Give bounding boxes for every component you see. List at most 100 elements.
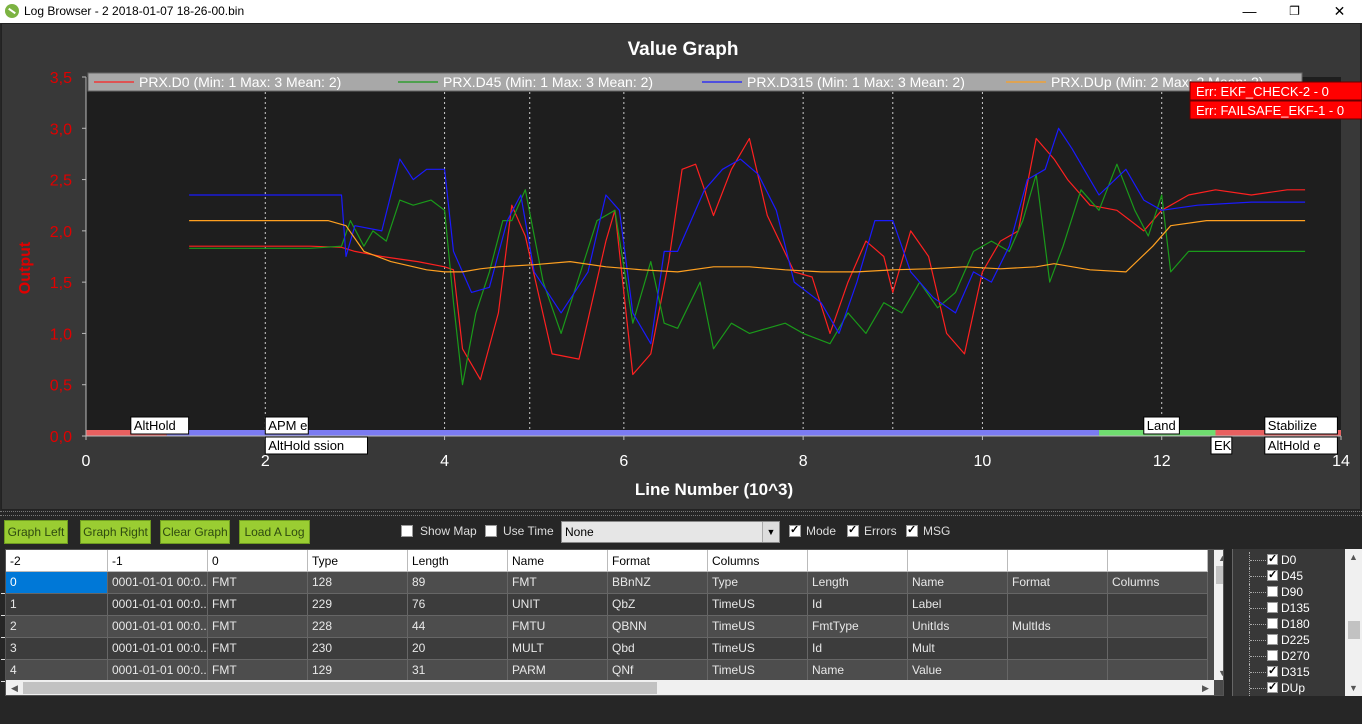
- series-checkbox[interactable]: [1267, 586, 1278, 597]
- table-cell[interactable]: Mult: [908, 638, 1008, 660]
- table-body[interactable]: 0 0001-01-01 00:0... FMT 128 89 FMT BBnNZ Type L…: [6, 572, 1208, 682]
- table-cell[interactable]: FMT: [208, 616, 308, 638]
- series-item[interactable]: D270: [1233, 648, 1345, 664]
- table-row[interactable]: 4 0001-01-01 00:0... FMT 129 31 PARM QNf TimeUS…: [6, 660, 1208, 682]
- clear-graph-button[interactable]: Clear Graph: [160, 520, 230, 544]
- scroll-down-icon[interactable]: ▼: [1345, 680, 1362, 696]
- table-cell[interactable]: 3: [6, 638, 108, 660]
- table-cell[interactable]: BBnNZ: [608, 572, 708, 594]
- vertical-scrollbar[interactable]: ▲ ▼: [1214, 550, 1223, 680]
- table-cell[interactable]: Id: [808, 594, 908, 616]
- table-cell[interactable]: FMT: [508, 572, 608, 594]
- column-header[interactable]: [1008, 550, 1108, 572]
- table-row[interactable]: 1 0001-01-01 00:0... FMT 229 76 UNIT QbZ TimeUS…: [6, 594, 1208, 616]
- use-time-checkbox[interactable]: [485, 525, 497, 537]
- table-cell[interactable]: QbZ: [608, 594, 708, 616]
- table-cell[interactable]: 0001-01-01 00:0...: [108, 616, 208, 638]
- scroll-up-icon[interactable]: ▲: [1214, 550, 1223, 566]
- scroll-left-icon[interactable]: ◀: [6, 680, 23, 695]
- series-checkbox[interactable]: [1267, 634, 1278, 645]
- series-checkbox[interactable]: [1267, 568, 1278, 581]
- table-cell[interactable]: UnitIds: [908, 616, 1008, 638]
- column-header[interactable]: Format: [608, 550, 708, 572]
- series-checkbox[interactable]: [1267, 650, 1278, 661]
- splitter[interactable]: [0, 511, 1362, 516]
- table-cell[interactable]: Qbd: [608, 638, 708, 660]
- table-cell[interactable]: Id: [808, 638, 908, 660]
- series-item[interactable]: D0: [1233, 552, 1345, 568]
- table-cell[interactable]: Columns: [1108, 572, 1208, 594]
- series-checkbox[interactable]: [1267, 664, 1278, 677]
- table-cell[interactable]: TimeUS: [708, 616, 808, 638]
- vertical-scroll-thumb[interactable]: [1216, 566, 1223, 584]
- load-log-button[interactable]: Load A Log: [239, 520, 310, 544]
- table-cell[interactable]: Label: [908, 594, 1008, 616]
- table-cell[interactable]: FMT: [208, 572, 308, 594]
- table-cell[interactable]: [1108, 638, 1208, 660]
- table-cell[interactable]: MULT: [508, 638, 608, 660]
- table-cell[interactable]: Value: [908, 660, 1008, 682]
- graph-right-button[interactable]: Graph Right: [80, 520, 151, 544]
- table-cell[interactable]: QBNN: [608, 616, 708, 638]
- horizontal-scrollbar[interactable]: ◀ ▶: [6, 680, 1214, 695]
- scroll-right-icon[interactable]: ▶: [1197, 680, 1214, 695]
- table-cell[interactable]: 4: [6, 660, 108, 682]
- table-cell[interactable]: UNIT: [508, 594, 608, 616]
- table-cell[interactable]: TimeUS: [708, 638, 808, 660]
- errors-checkbox[interactable]: [847, 523, 859, 537]
- series-item[interactable]: D90: [1233, 584, 1345, 600]
- table-cell[interactable]: FMT: [208, 594, 308, 616]
- column-header[interactable]: [808, 550, 908, 572]
- close-button[interactable]: ✕: [1317, 0, 1362, 23]
- table-cell[interactable]: TimeUS: [708, 594, 808, 616]
- table-cell[interactable]: [1008, 660, 1108, 682]
- table-cell[interactable]: Type: [708, 572, 808, 594]
- series-scroll-thumb[interactable]: [1348, 621, 1360, 639]
- series-item[interactable]: D135: [1233, 600, 1345, 616]
- show-map-checkbox[interactable]: [401, 525, 413, 537]
- table-cell[interactable]: 128: [308, 572, 408, 594]
- table-cell[interactable]: 129: [308, 660, 408, 682]
- log-data-table[interactable]: -2 -1 0 Type Length Name Format Columns 0 0001-0…: [5, 549, 1224, 696]
- table-cell[interactable]: Name: [808, 660, 908, 682]
- table-cell[interactable]: 31: [408, 660, 508, 682]
- graph-left-button[interactable]: Graph Left: [4, 520, 68, 544]
- table-cell[interactable]: 229: [308, 594, 408, 616]
- value-graph-panel[interactable]: Value Graph 0,0 0,5 1,0 1,5 2,0 2,5 3,0 3,5 0 2 4 6…: [1, 23, 1362, 510]
- table-cell[interactable]: [1108, 594, 1208, 616]
- mode-checkbox[interactable]: [789, 523, 801, 537]
- table-cell[interactable]: 0: [6, 572, 108, 594]
- series-checkbox[interactable]: [1267, 680, 1278, 693]
- table-cell[interactable]: 230: [308, 638, 408, 660]
- table-cell[interactable]: 228: [308, 616, 408, 638]
- table-cell[interactable]: 0001-01-01 00:0...: [108, 594, 208, 616]
- time-select[interactable]: None ▼: [561, 521, 780, 543]
- table-cell[interactable]: MultIds: [1008, 616, 1108, 638]
- table-cell[interactable]: Length: [808, 572, 908, 594]
- series-item[interactable]: DUp: [1233, 680, 1345, 696]
- table-row[interactable]: 3 0001-01-01 00:0... FMT 230 20 MULT Qbd TimeUS…: [6, 638, 1208, 660]
- series-tree[interactable]: D0 D45 D90 D135 D180 D225 D270 D315 DUp ▲ ▼: [1232, 549, 1362, 696]
- table-row[interactable]: 0 0001-01-01 00:0... FMT 128 89 FMT BBnNZ Type L…: [6, 572, 1208, 594]
- chevron-down-icon[interactable]: ▼: [762, 522, 779, 542]
- table-cell[interactable]: PARM: [508, 660, 608, 682]
- scroll-up-icon[interactable]: ▲: [1345, 549, 1362, 565]
- table-cell[interactable]: [1108, 616, 1208, 638]
- series-item[interactable]: D180: [1233, 616, 1345, 632]
- table-cell[interactable]: [1108, 660, 1208, 682]
- series-item[interactable]: D315: [1233, 664, 1345, 680]
- msg-checkbox[interactable]: [906, 523, 918, 537]
- table-cell[interactable]: 76: [408, 594, 508, 616]
- table-cell[interactable]: 0001-01-01 00:0...: [108, 572, 208, 594]
- table-cell[interactable]: Format: [1008, 572, 1108, 594]
- column-header[interactable]: [1108, 550, 1208, 572]
- table-cell[interactable]: [1008, 638, 1108, 660]
- series-item[interactable]: D225: [1233, 632, 1345, 648]
- series-item[interactable]: D45: [1233, 568, 1345, 584]
- table-cell[interactable]: QNf: [608, 660, 708, 682]
- maximize-button[interactable]: ❐: [1272, 0, 1317, 23]
- table-cell[interactable]: 20: [408, 638, 508, 660]
- series-checkbox[interactable]: [1267, 618, 1278, 629]
- table-cell[interactable]: TimeUS: [708, 660, 808, 682]
- horizontal-scroll-thumb[interactable]: [23, 682, 657, 694]
